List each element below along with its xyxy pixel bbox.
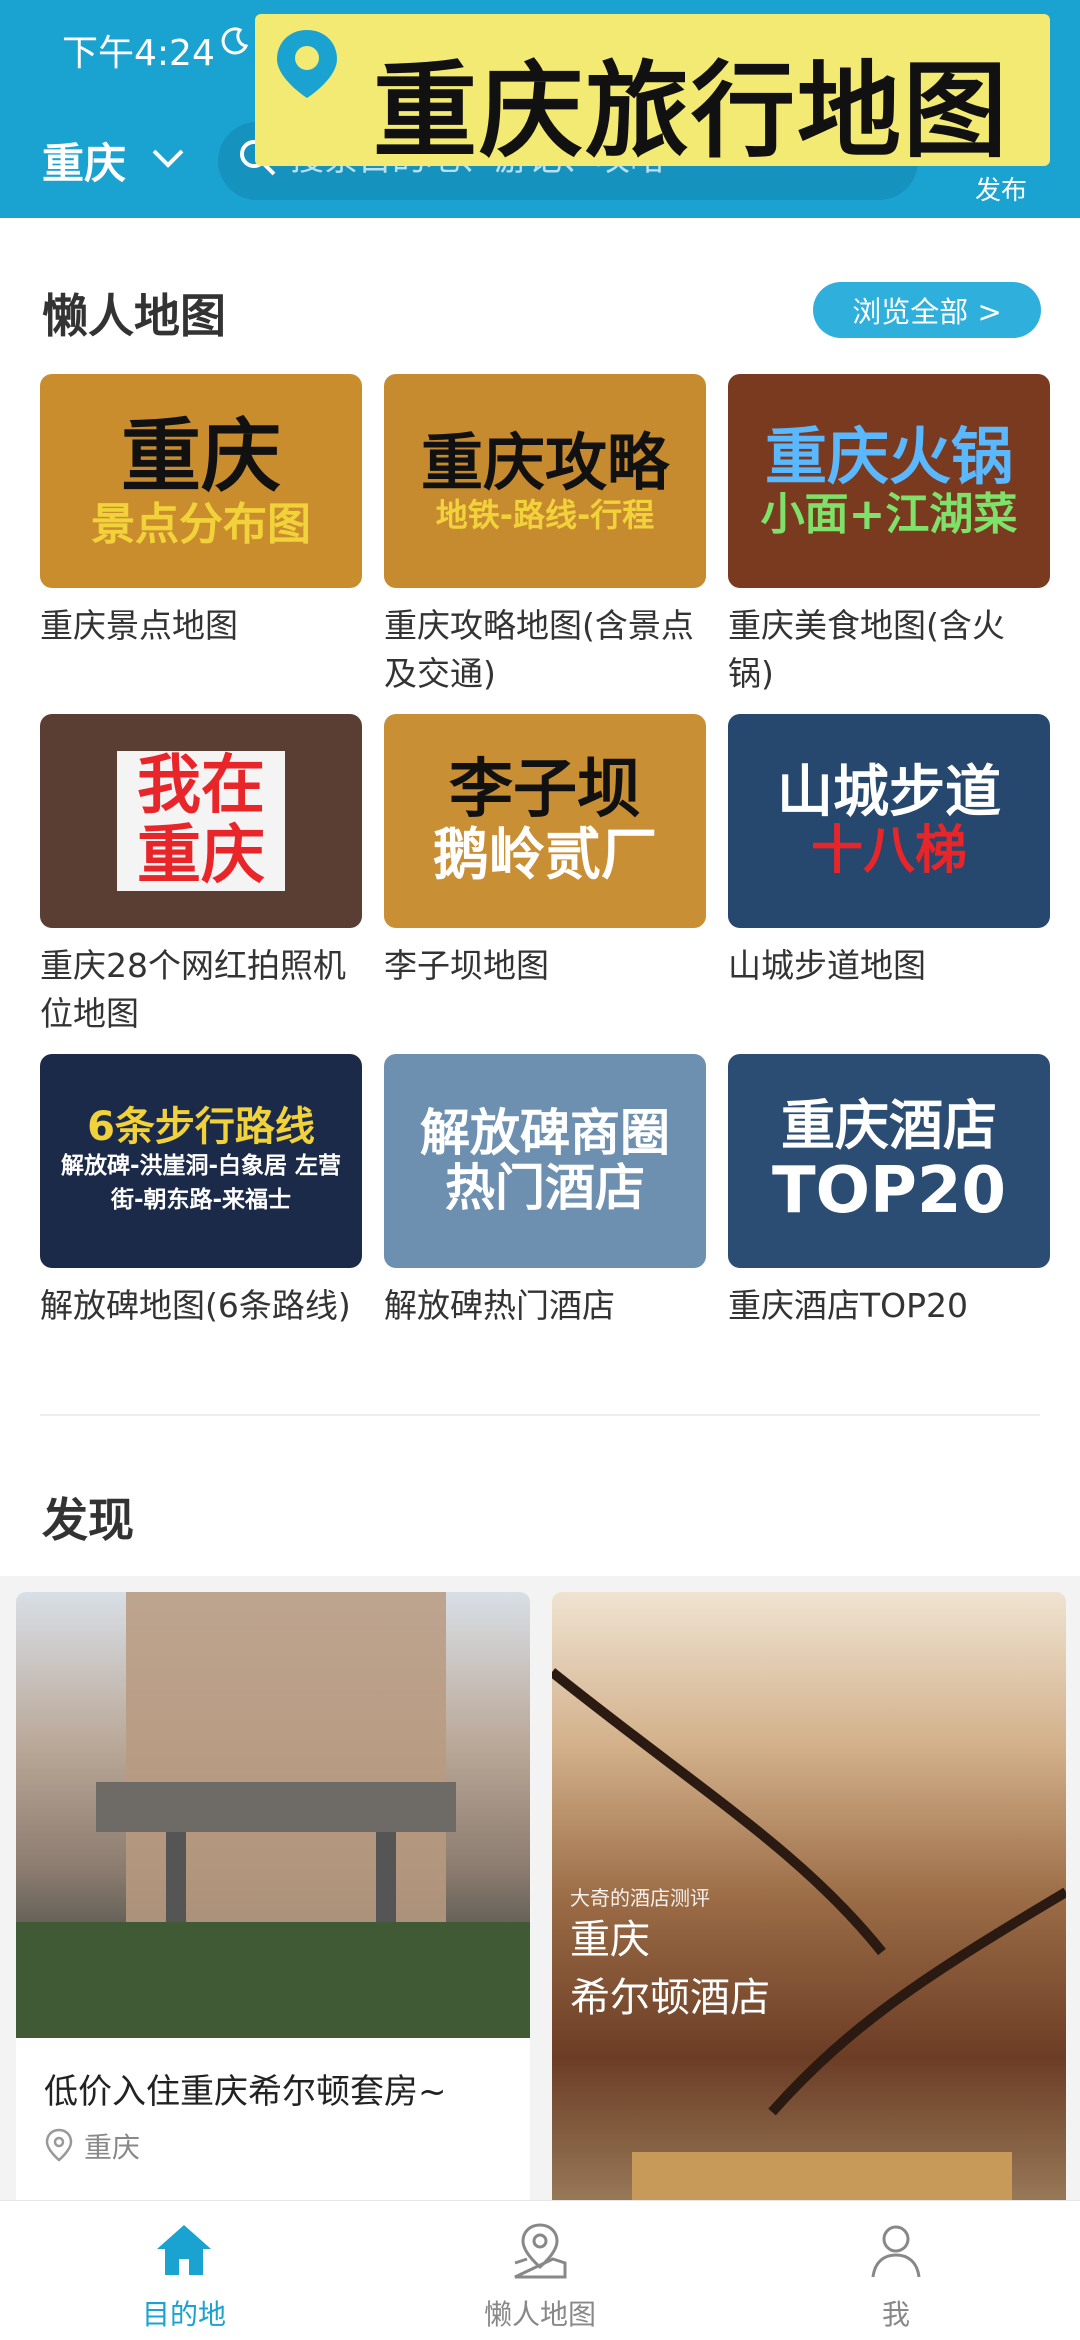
top-header: 下午4:24 重庆 发布 重庆旅行地图 bbox=[0, 0, 1080, 218]
map-card-title: 重庆28个网红拍照机位地图 bbox=[40, 946, 346, 1033]
map-card[interactable]: 重庆火锅 小面+江湖菜 重庆美食地图(含火锅) bbox=[728, 374, 1050, 698]
discover-post-card[interactable]: 低价入住重庆希尔顿套房~ 重庆 bbox=[16, 1592, 530, 2212]
hotel-building-image bbox=[16, 1592, 530, 2038]
lazy-maps-title: 懒人地图 bbox=[42, 289, 226, 343]
section-divider bbox=[40, 1414, 1040, 1416]
map-card[interactable]: 我在 重庆 重庆28个网红拍照机位地图 bbox=[40, 714, 362, 1038]
post-location: 重庆 bbox=[84, 2131, 141, 2164]
location-icon bbox=[45, 2128, 73, 2162]
map-thumbnail: 重庆酒店 TOP20 bbox=[728, 1054, 1050, 1268]
user-icon bbox=[871, 2225, 921, 2278]
map-card[interactable]: 重庆酒店 TOP20 重庆酒店TOP20 bbox=[728, 1054, 1050, 1330]
map-card[interactable]: 重庆 景点分布图 重庆景点地图 bbox=[40, 374, 362, 650]
title-banner: 重庆旅行地图 bbox=[255, 14, 1050, 172]
map-thumbnail: 重庆 景点分布图 bbox=[40, 374, 362, 588]
map-card-title: 解放碑地图(6条路线) bbox=[40, 1286, 351, 1325]
map-thumbnail: 重庆火锅 小面+江湖菜 bbox=[728, 374, 1050, 588]
map-card[interactable]: 6条步行路线 解放碑-洪崖洞-白象居 左营街-朝东路-来福士 解放碑地图(6条路… bbox=[40, 1054, 362, 1330]
map-card[interactable]: 重庆攻略 地铁-路线-行程 重庆攻略地图(含景点及交通) bbox=[384, 374, 706, 698]
map-card-title: 重庆景点地图 bbox=[40, 606, 238, 645]
post-caption: 低价入住重庆希尔顿套房~ bbox=[44, 2072, 447, 2112]
tab-label: 目的地 bbox=[141, 2298, 226, 2331]
map-thumbnail: 山城步道 十八梯 bbox=[728, 714, 1050, 928]
status-time: 下午4:24 bbox=[62, 33, 215, 74]
banner-title: 重庆旅行地图 bbox=[373, 50, 1010, 172]
map-card[interactable]: 解放碑商圈 热门酒店 解放碑热门酒店 bbox=[384, 1054, 706, 1330]
map-pin-icon bbox=[514, 2223, 567, 2279]
tab-label: 我 bbox=[881, 2298, 910, 2331]
map-thumbnail: 解放碑商圈 热门酒店 bbox=[384, 1054, 706, 1268]
map-card-title: 重庆攻略地图(含景点及交通) bbox=[384, 606, 694, 693]
map-card[interactable]: 李子坝 鹅岭贰厂 李子坝地图 bbox=[384, 714, 706, 990]
map-card-title: 李子坝地图 bbox=[384, 946, 549, 985]
map-thumbnail: 重庆攻略 地铁-路线-行程 bbox=[384, 374, 706, 588]
map-thumbnail: 6条步行路线 解放碑-洪崖洞-白象居 左营街-朝东路-来福士 bbox=[40, 1054, 362, 1268]
discover-post-card[interactable]: 大奇的酒店测评 重庆 希尔顿酒店 bbox=[552, 1592, 1066, 2212]
map-card-title: 解放碑热门酒店 bbox=[384, 1286, 615, 1325]
map-thumbnail: 我在 重庆 bbox=[40, 714, 362, 928]
discover-title: 发现 bbox=[42, 1493, 134, 1547]
moon-icon bbox=[221, 27, 249, 55]
chevron-down-icon[interactable] bbox=[150, 146, 186, 170]
map-card-title: 重庆酒店TOP20 bbox=[728, 1286, 969, 1325]
city-selector[interactable]: 重庆 bbox=[42, 130, 126, 191]
tab-me[interactable]: 我 bbox=[766, 2201, 1026, 2340]
browse-all-button[interactable]: 浏览全部 > bbox=[813, 282, 1041, 338]
map-thumbnail: 李子坝 鹅岭贰厂 bbox=[384, 714, 706, 928]
tab-label: 懒人地图 bbox=[483, 2298, 596, 2331]
tab-destination[interactable]: 目的地 bbox=[54, 2201, 314, 2340]
bottom-tab-bar: 目的地 懒人地图 我 bbox=[0, 2200, 1080, 2340]
tab-lazy-maps[interactable]: 懒人地图 bbox=[410, 2201, 670, 2340]
home-icon bbox=[157, 2225, 211, 2275]
map-card-title: 山城步道地图 bbox=[728, 946, 926, 985]
map-card[interactable]: 山城步道 十八梯 山城步道地图 bbox=[728, 714, 1050, 990]
map-card-title: 重庆美食地图(含火锅) bbox=[728, 606, 1005, 693]
location-pin-icon bbox=[277, 30, 337, 98]
post-image bbox=[16, 1592, 530, 2038]
post-overlay-text: 大奇的酒店测评 重庆 希尔顿酒店 bbox=[570, 1886, 770, 2021]
